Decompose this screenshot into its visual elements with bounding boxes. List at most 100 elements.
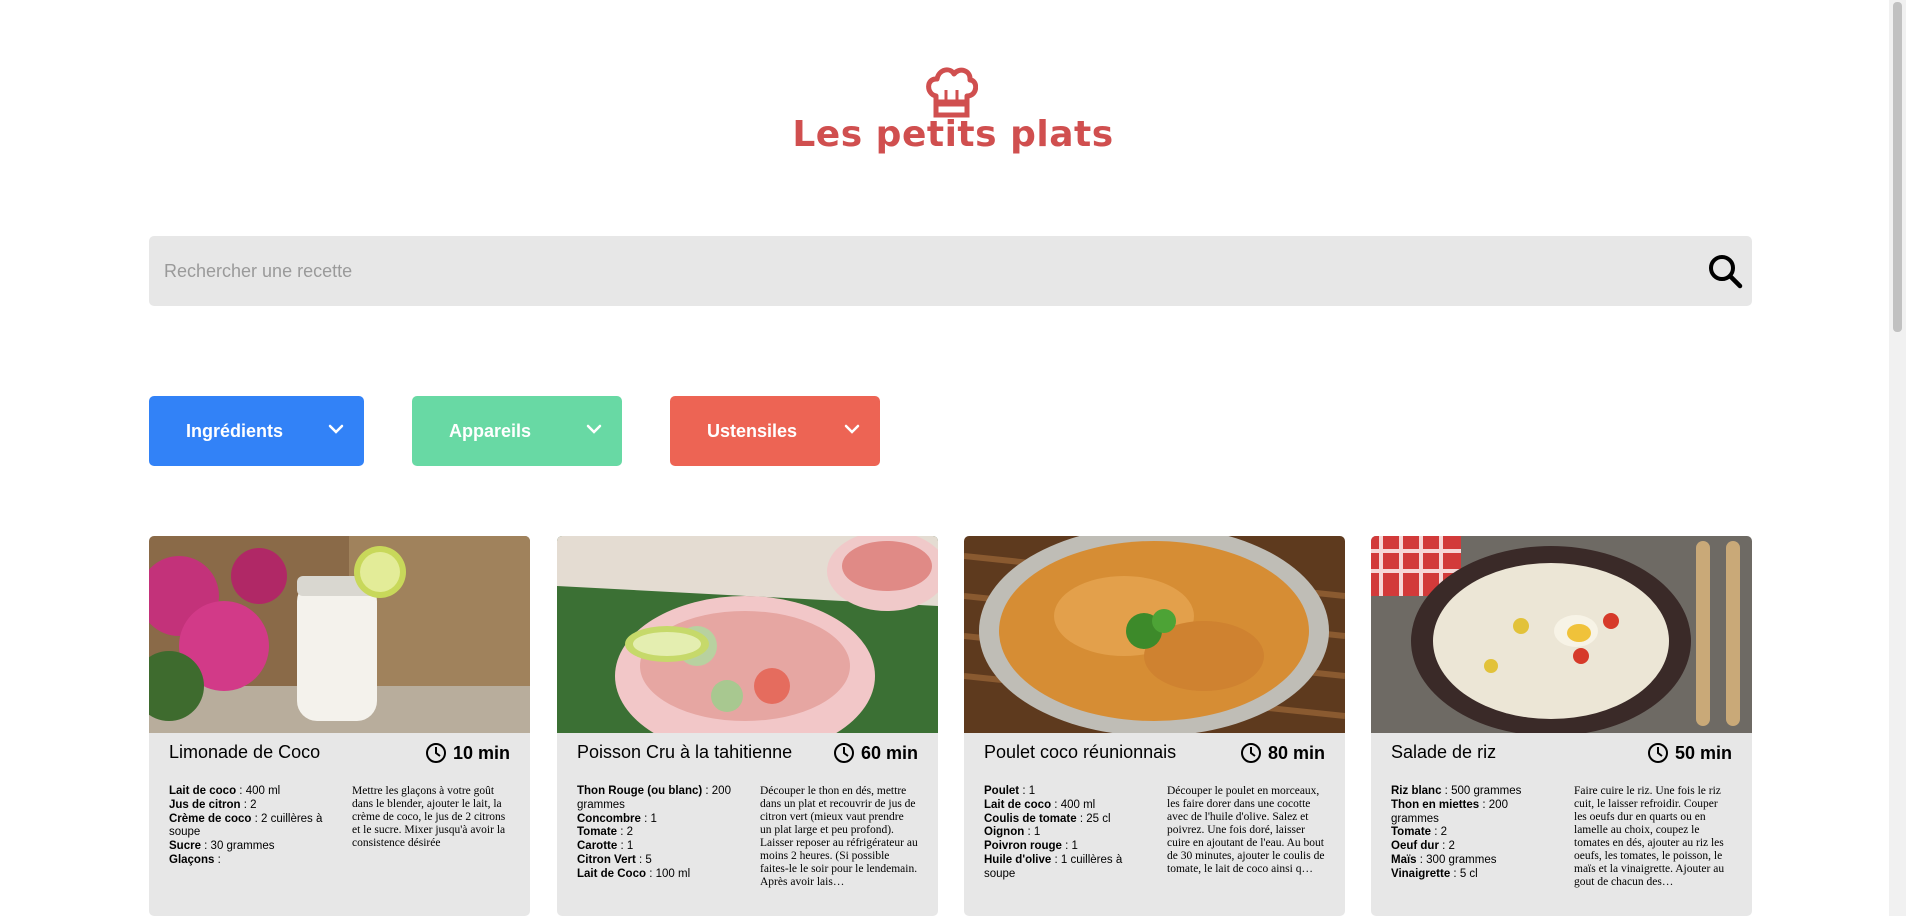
ingredient-qty: : 2: [1431, 826, 1448, 839]
appliances-filter-button[interactable]: Appareils: [412, 396, 622, 466]
clock-icon: [425, 743, 446, 763]
recipe-card[interactable]: Poisson Cru à la tahitienne 60 min Thon …: [557, 536, 938, 916]
ingredient-item: Sucre : 30 grammes: [169, 840, 329, 854]
chevron-down-icon: [844, 424, 860, 434]
search-bar: [149, 236, 1752, 306]
ingredient-item: Citron Vert : 5: [577, 854, 737, 868]
recipe-name: Limonade de Coco: [169, 742, 321, 762]
ingredient-qty: : 25 cl: [1076, 812, 1111, 825]
recipe-name: Salade de riz: [1391, 742, 1497, 762]
recipe-time: 50 min: [1647, 742, 1732, 764]
ingredient-item: Oeuf dur : 2: [1391, 840, 1551, 854]
recipe-time-value: 80 min: [1267, 742, 1325, 763]
ingredients-filter-button[interactable]: Ingrédients: [149, 396, 364, 466]
recipe-description: Découper le poulet en morceaux, les fair…: [1167, 785, 1325, 875]
ingredient-item: Lait de coco : 400 ml: [169, 785, 329, 799]
ingredient-name: Maïs: [1391, 853, 1417, 866]
search-icon[interactable]: [1707, 253, 1743, 289]
ingredient-item: Oignon : 1: [984, 826, 1144, 840]
ingredient-item: Lait de Coco : 100 ml: [577, 868, 737, 882]
ingredient-qty: : 400 ml: [236, 785, 281, 797]
appliances-filter-label: Appareils: [449, 421, 532, 441]
ingredient-name: Concombre: [577, 812, 641, 825]
ingredient-name: Thon en miettes: [1391, 798, 1480, 811]
recipe-description: Découper le thon en dés, mettre dans un …: [760, 785, 918, 888]
scrollbar-thumb[interactable]: [1893, 2, 1902, 332]
ingredient-name: Riz blanc: [1391, 785, 1442, 797]
vertical-scrollbar[interactable]: [1889, 0, 1906, 916]
ingredient-qty: : 1: [1061, 840, 1078, 853]
ingredient-qty: : 1: [640, 812, 657, 825]
recipe-image: [1371, 536, 1752, 733]
recipe-image: [149, 536, 530, 733]
ingredient-name: Sucre: [169, 840, 201, 853]
ingredient-item: Carotte : 1: [577, 840, 737, 854]
ingredient-name: Crème de coco: [169, 812, 252, 825]
ingredient-item: Poulet : 1: [984, 785, 1144, 799]
ingredient-qty: : 300 grammes: [1416, 853, 1497, 866]
ingredient-item: Jus de citron : 2: [169, 799, 329, 813]
ingredient-name: Coulis de tomate: [984, 812, 1077, 825]
ingredient-name: Citron Vert: [577, 853, 636, 866]
ingredient-qty: : 1: [1019, 785, 1036, 797]
utensils-filter-label: Ustensiles: [707, 421, 798, 441]
ingredient-name: Vinaigrette: [1391, 867, 1451, 880]
ingredient-name: Poivron rouge: [984, 840, 1062, 853]
ingredient-qty: : 5: [635, 853, 652, 866]
recipe-time-value: 50 min: [1674, 742, 1732, 763]
ingredient-item: Huile d'olive : 1 cuillères à soupe: [984, 854, 1144, 882]
recipe-name: Poulet coco réunionnais: [984, 742, 1177, 762]
ingredient-item: Lait de coco : 400 ml: [984, 799, 1144, 813]
ingredient-item: Riz blanc : 500 grammes: [1391, 785, 1551, 799]
ingredient-name: Lait de coco: [984, 798, 1052, 811]
ingredient-name: Jus de citron: [169, 798, 241, 811]
recipe-description: Faire cuire le riz. Une fois le riz cuit…: [1574, 785, 1725, 888]
recipe-time: 80 min: [1240, 742, 1325, 764]
ingredient-list: Lait de coco : 400 ml Jus de citron : 2 …: [169, 785, 329, 868]
recipe-time: 10 min: [425, 742, 510, 764]
ingredient-name: Tomate: [1391, 826, 1432, 839]
utensils-filter-button[interactable]: Ustensiles: [670, 396, 880, 466]
chevron-down-icon: [328, 424, 344, 434]
ingredient-list: Thon Rouge (ou blanc) : 200 grammes Conc…: [577, 785, 737, 882]
ingredient-name: Oeuf dur: [1391, 840, 1439, 853]
ingredient-name: Lait de coco: [169, 785, 237, 797]
clock-icon: [1647, 743, 1668, 763]
recipe-card[interactable]: Poulet coco réunionnais 80 min Poulet : …: [964, 536, 1345, 916]
ingredient-qty: : 5 cl: [1450, 867, 1478, 880]
ingredient-qty: : 100 ml: [646, 867, 691, 880]
chevron-down-icon: [586, 424, 602, 434]
ingredient-item: Coulis de tomate : 25 cl: [984, 813, 1144, 827]
ingredient-item: Thon en miettes : 200 grammes: [1391, 799, 1551, 827]
recipe-time-value: 60 min: [860, 742, 918, 763]
ingredient-name: Lait de Coco: [577, 867, 647, 880]
ingredient-qty: : 1: [617, 840, 634, 853]
chef-hat-icon: [926, 67, 978, 118]
ingredient-item: Thon Rouge (ou blanc) : 200 grammes: [577, 785, 737, 813]
ingredient-list: Riz blanc : 500 grammes Thon en miettes …: [1391, 785, 1551, 882]
recipe-card[interactable]: Salade de riz 50 min Riz blanc : 500 gra…: [1371, 536, 1752, 916]
recipe-time: 60 min: [833, 742, 918, 764]
ingredient-qty: : 1: [1024, 826, 1041, 839]
recipe-name: Poisson Cru à la tahitienne: [577, 742, 793, 762]
ingredient-name: Poulet: [984, 785, 1020, 797]
recipe-description: Mettre les glaçons à votre goût dans le …: [352, 785, 506, 849]
ingredient-name: Thon Rouge (ou blanc): [577, 785, 703, 797]
recipe-card[interactable]: Limonade de Coco 10 min Lait de coco : 4…: [149, 536, 530, 916]
clock-icon: [833, 743, 854, 763]
ingredient-item: Poivron rouge : 1: [984, 840, 1144, 854]
ingredient-name: Huile d'olive: [984, 853, 1052, 866]
ingredient-qty: : 2: [240, 798, 257, 811]
ingredients-filter-label: Ingrédients: [186, 421, 284, 441]
ingredient-item: Glaçons :: [169, 854, 329, 868]
recipe-image: [557, 536, 938, 733]
ingredient-item: Maïs : 300 grammes: [1391, 854, 1551, 868]
ingredient-item: Vinaigrette : 5 cl: [1391, 868, 1551, 882]
ingredient-name: Oignon: [984, 826, 1025, 839]
ingredient-name: Glaçons: [169, 853, 215, 866]
ingredient-qty: : 2: [1438, 840, 1455, 853]
clock-icon: [1240, 743, 1261, 763]
ingredient-qty: : 30 grammes: [200, 840, 275, 853]
search-input[interactable]: [149, 236, 1649, 306]
ingredient-item: Crème de coco : 2 cuillères à soupe: [169, 813, 329, 841]
